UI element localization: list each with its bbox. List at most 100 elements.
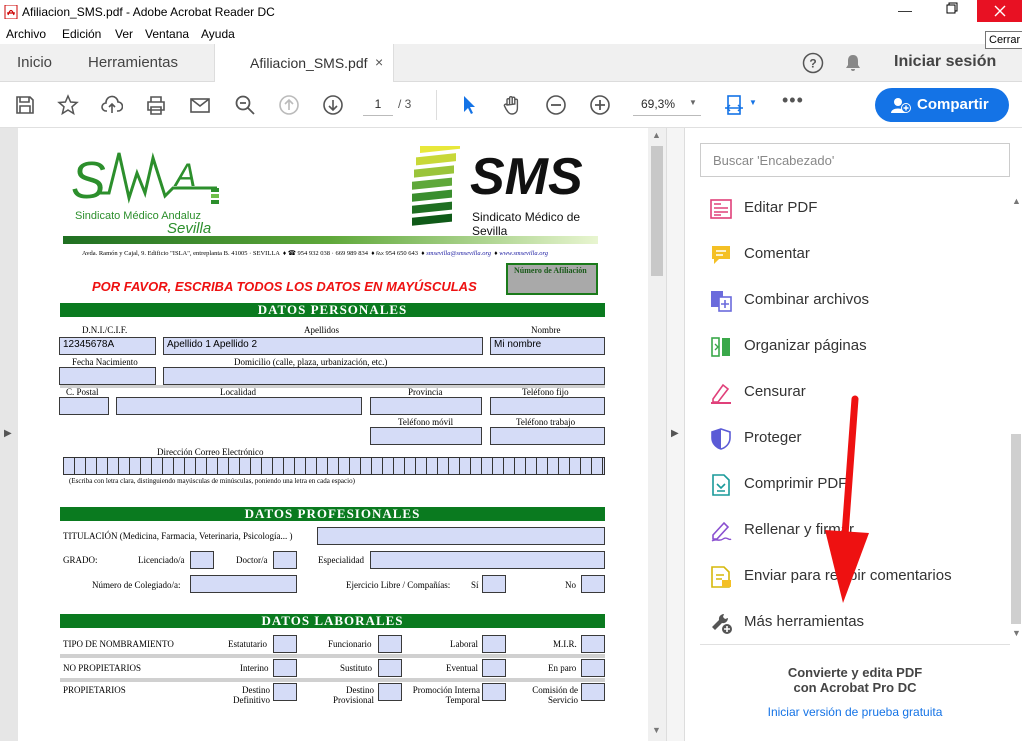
print-icon[interactable]	[145, 94, 167, 116]
tool-editar-pdf[interactable]: Editar PDF	[709, 194, 1009, 224]
tools-divider	[700, 644, 1010, 645]
eventual-checkbox[interactable]	[482, 659, 506, 677]
document-scrollbar[interactable]: ▲ ▼	[648, 128, 666, 741]
window-title: Afiliacion_SMS.pdf - Adobe Acrobat Reade…	[22, 5, 275, 19]
hand-tool-icon[interactable]	[501, 94, 523, 116]
scroll-up-icon[interactable]: ▲	[652, 130, 661, 140]
panel-scroll-down-icon[interactable]: ▼	[1012, 628, 1021, 638]
page-down-icon[interactable]	[322, 94, 344, 116]
tool-organizar-paginas[interactable]: Organizar páginas	[709, 332, 1009, 362]
page-fit-dropdown-icon[interactable]: ▼	[749, 98, 757, 107]
interino-checkbox[interactable]	[273, 659, 297, 677]
bookmark-star-icon[interactable]	[57, 94, 79, 116]
domicilio-field[interactable]	[163, 367, 605, 385]
uppercase-notice: POR FAVOR, ESCRIBA TODOS LOS DATOS EN MA…	[92, 279, 477, 294]
comision-servicio-checkbox[interactable]	[581, 683, 605, 701]
telefono-movil-field[interactable]	[370, 427, 482, 445]
licenciado-checkbox[interactable]	[190, 551, 214, 569]
dni-field[interactable]: 12345678A	[59, 337, 156, 355]
upload-cloud-icon[interactable]	[101, 94, 123, 116]
tab-document[interactable]: Afiliacion_SMS.pdf ×	[214, 44, 394, 82]
tab-herramientas[interactable]: Herramientas	[88, 54, 178, 71]
fecha-nacimiento-field[interactable]	[59, 367, 156, 385]
sustituto-checkbox[interactable]	[378, 659, 402, 677]
colegiado-field[interactable]	[190, 575, 297, 593]
promocion-interna-checkbox[interactable]	[482, 683, 506, 701]
sma-city-text: Sevilla	[167, 220, 212, 237]
ejercicio-si-checkbox[interactable]	[482, 575, 506, 593]
titulacion-field[interactable]	[317, 527, 605, 545]
zoom-select[interactable]: 69,3% ▼	[633, 94, 701, 116]
doctor-checkbox[interactable]	[273, 551, 297, 569]
codigo-postal-field[interactable]	[59, 397, 109, 415]
menu-ver[interactable]: Ver	[115, 27, 133, 41]
zoom-out-icon[interactable]	[545, 94, 567, 116]
share-button[interactable]: Compartir	[875, 88, 1009, 122]
page-number-input[interactable]: 1	[363, 94, 393, 116]
zoom-in-icon[interactable]	[589, 94, 611, 116]
toolbar-divider	[436, 90, 437, 120]
close-tooltip: Cerrar	[985, 31, 1022, 49]
scrollbar-thumb[interactable]	[651, 146, 663, 276]
more-options-icon[interactable]: •••	[782, 90, 804, 111]
page-total: / 3	[398, 97, 412, 111]
svg-text:A: A	[173, 157, 196, 193]
en-paro-checkbox[interactable]	[581, 659, 605, 677]
scroll-down-icon[interactable]: ▼	[652, 725, 661, 735]
ejercicio-no-checkbox[interactable]	[581, 575, 605, 593]
tab-inicio[interactable]: Inicio	[17, 54, 52, 71]
panel-scroll-up-icon[interactable]: ▲	[1012, 196, 1021, 206]
menu-archivo[interactable]: Archivo	[6, 27, 46, 41]
menu-ventana[interactable]: Ventana	[145, 27, 189, 41]
select-cursor-icon[interactable]	[458, 94, 480, 116]
telefono-fijo-field[interactable]	[490, 397, 605, 415]
free-trial-link[interactable]: Iniciar versión de prueba gratuita	[700, 705, 1010, 719]
funcionario-checkbox[interactable]	[378, 635, 402, 653]
left-panel-expand-icon[interactable]: ▶	[4, 428, 12, 439]
panel-scrollbar-thumb[interactable]	[1011, 434, 1021, 624]
especialidad-field[interactable]	[370, 551, 605, 569]
address-line: Avda. Ramón y Cajal, 9. Edificio "ISLA",…	[82, 250, 548, 257]
zoom-search-icon[interactable]	[234, 94, 256, 116]
panel-splitter[interactable]: ▶	[666, 128, 684, 741]
close-icon	[994, 5, 1006, 17]
tool-mas-herramientas[interactable]: Más herramientas	[709, 608, 1009, 638]
page-up-icon[interactable]	[278, 94, 300, 116]
destino-provisional-checkbox[interactable]	[378, 683, 402, 701]
email-character-field[interactable]	[63, 457, 605, 475]
tool-combinar-archivos[interactable]: Combinar archivos	[709, 286, 1009, 316]
tools-search-input[interactable]: Buscar 'Encabezado'	[700, 143, 1010, 177]
phone-text: 954 932 038 · 669 989 834	[297, 250, 368, 257]
tool-comentar[interactable]: Comentar	[709, 240, 1009, 270]
bell-icon[interactable]	[843, 53, 863, 73]
label-telefono-trabajo: Teléfono trabajo	[516, 417, 576, 427]
afiliacion-number-field[interactable]: Número de Afiliación	[506, 263, 598, 295]
provincia-field[interactable]	[370, 397, 482, 415]
help-icon[interactable]: ?	[802, 52, 824, 74]
label-licenciado: Licenciado/a	[138, 555, 185, 565]
save-icon[interactable]	[14, 94, 36, 116]
mir-checkbox[interactable]	[581, 635, 605, 653]
sms-logo: SMS Sindicato Médico de Sevilla	[410, 146, 610, 238]
sign-in-link[interactable]: Iniciar sesión	[894, 53, 996, 71]
close-button[interactable]	[977, 0, 1022, 22]
menu-ayuda[interactable]: Ayuda	[201, 27, 235, 41]
page-fit-icon[interactable]	[724, 94, 748, 116]
apellidos-field[interactable]: Apellido 1 Apellido 2	[163, 337, 483, 355]
laboral-checkbox[interactable]	[482, 635, 506, 653]
telefono-trabajo-field[interactable]	[490, 427, 605, 445]
minimize-icon[interactable]: —	[898, 2, 912, 18]
compress-pdf-icon	[712, 474, 730, 496]
collapse-panel-icon[interactable]: ▶	[671, 428, 679, 439]
localidad-field[interactable]	[116, 397, 362, 415]
destino-definitivo-checkbox[interactable]	[273, 683, 297, 701]
tool-label: Más herramientas	[744, 613, 865, 630]
more-tools-wrench-icon	[712, 613, 732, 634]
email-icon[interactable]	[189, 94, 211, 116]
maximize-icon[interactable]	[946, 2, 958, 14]
menu-edicion[interactable]: Edición	[62, 27, 101, 41]
nombre-field[interactable]: Mi nombre	[490, 337, 605, 355]
tab-close-icon[interactable]: ×	[375, 54, 383, 70]
estatutario-checkbox[interactable]	[273, 635, 297, 653]
chevron-down-icon: ▼	[689, 98, 697, 107]
